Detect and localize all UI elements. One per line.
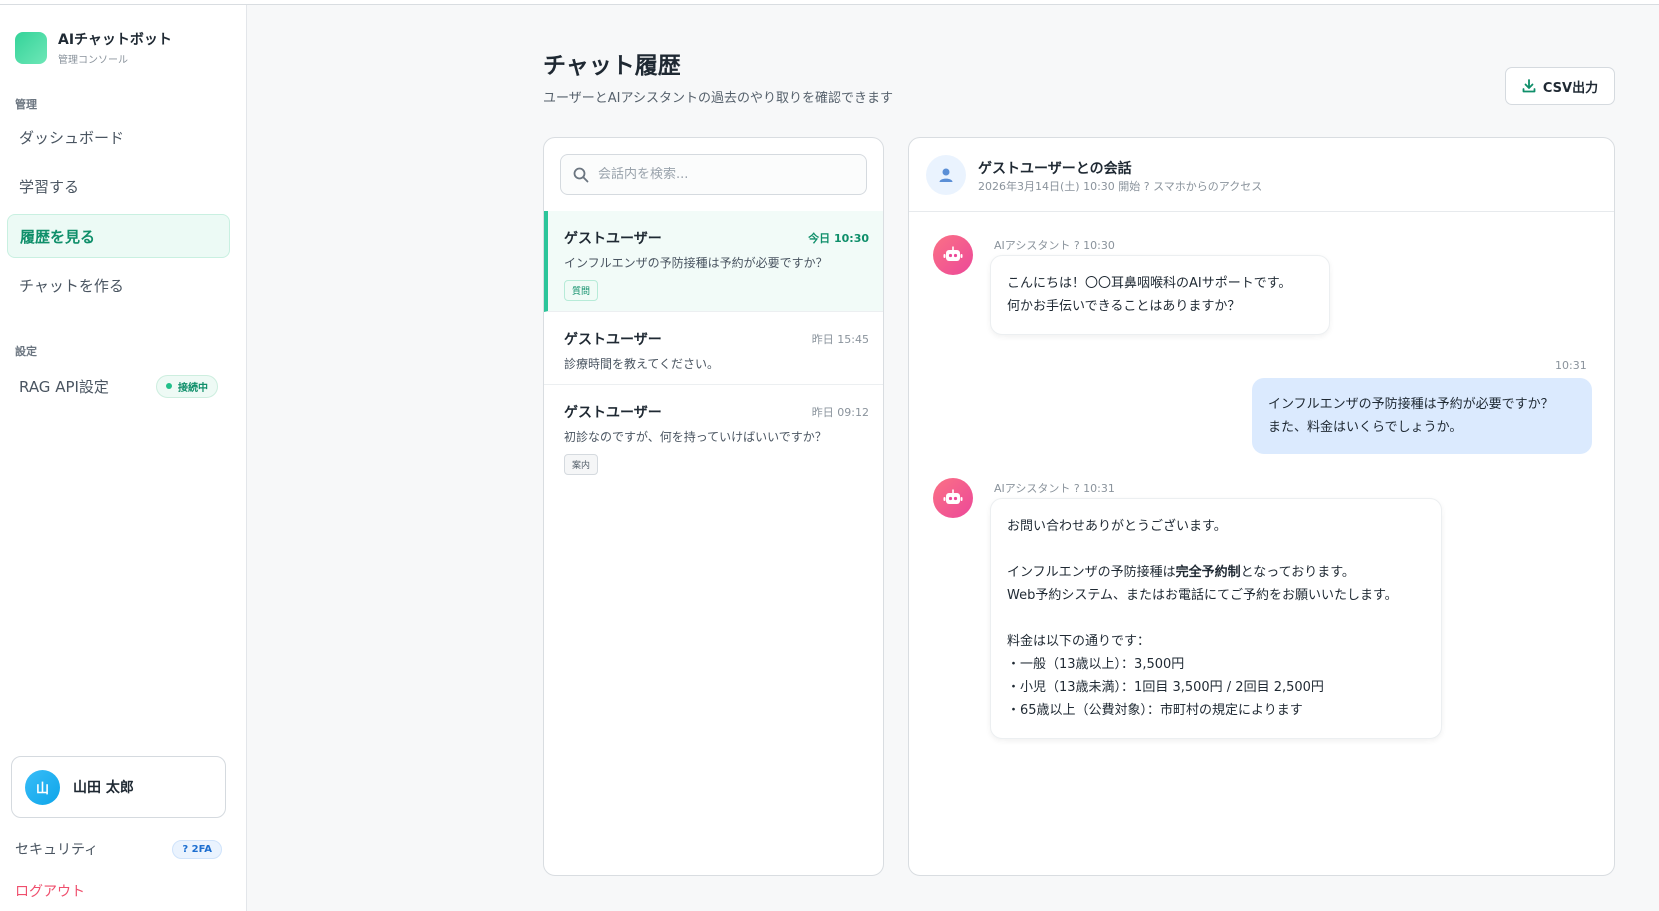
conversation-tag: 案内	[564, 454, 599, 475]
brand-title: AIチャットボット	[58, 32, 172, 48]
sidebar-item-learn[interactable]: 学習する	[7, 164, 230, 208]
conversation-time: 昨日 15:45	[811, 333, 869, 346]
chat-meta: 2026年3月14日(土) 10:30 開始 ? スマホからのアクセス	[978, 180, 1263, 193]
message-meta: AIアシスタント ? 10:31	[994, 482, 1115, 495]
message-line: 何かお手伝いできることはありますか？	[1007, 299, 1241, 314]
user-card[interactable]: 山 山田 太郎	[11, 756, 226, 818]
section-label-settings: 設定	[15, 345, 37, 358]
conversation-time: 昨日 09:12	[811, 406, 869, 419]
search-box[interactable]	[560, 154, 867, 195]
user-message-bubble: インフルエンザの予防接種は予約が必要ですか？ また、料金はいくらでしょうか。	[1252, 378, 1592, 454]
conversation-preview: インフルエンザの予防接種は予約が必要ですか？	[564, 256, 828, 270]
conversation-item[interactable]: ゲストユーザー 昨日 09:12 初診なのですが、何を持っていけばいいですか？ …	[544, 385, 883, 481]
two-factor-badge: ? 2FA	[172, 839, 222, 859]
conversation-item[interactable]: ゲストユーザー 今日 10:30 インフルエンザの予防接種は予約が必要ですか？ …	[544, 211, 883, 312]
message-line: Web予約システム、またはお電話にてご予約をお願いいたします。	[1007, 588, 1398, 603]
message-line: お問い合わせありがとうございます。	[1007, 519, 1227, 534]
sidebar-item-history[interactable]: 履歴を見る	[7, 214, 230, 258]
sidebar-item-dashboard[interactable]: ダッシュボード	[7, 115, 230, 159]
robot-icon	[933, 478, 973, 518]
ai-message-bubble: こんにちは！〇〇耳鼻咽喉科のAIサポートです。 何かお手伝いできることはあります…	[990, 255, 1330, 335]
csv-export-label: CSV出力	[1542, 80, 1599, 96]
message-line: ・一般（13歳以上）：3,500円	[1007, 657, 1185, 672]
conversation-name: ゲストユーザー	[564, 231, 662, 247]
page-title: チャット履歴	[543, 53, 681, 79]
section-label-manage: 管理	[15, 98, 37, 111]
message-line: また、料金はいくらでしょうか。	[1268, 420, 1463, 435]
message-line: ・小児（13歳未満）：1回目 3,500円 / 2回目 2,500円	[1007, 680, 1324, 695]
conversation-item[interactable]: ゲストユーザー 昨日 15:45 診療時間を教えてください。	[544, 312, 883, 385]
brand: AIチャットボット 管理コンソール	[15, 29, 172, 66]
guest-user-icon	[926, 155, 966, 195]
connection-status-text: 接続中	[178, 382, 208, 394]
top-border	[0, 0, 1659, 5]
message-line: こんにちは！〇〇耳鼻咽喉科のAIサポートです。	[1007, 276, 1292, 291]
chat-detail-panel: ゲストユーザーとの会話 2026年3月14日(土) 10:30 開始 ? スマホ…	[908, 137, 1615, 876]
message-line: インフルエンザの予防接種は完全予約制となっております。	[1007, 565, 1355, 580]
page-subtitle: ユーザーとAIアシスタントの過去のやり取りを確認できます	[543, 91, 893, 106]
csv-export-button[interactable]: CSV出力	[1505, 67, 1615, 105]
message-line: インフルエンザの予防接種は予約が必要ですか？	[1268, 397, 1554, 412]
message-line: ・65歳以上（公費対象）：市町村の規定によります	[1007, 703, 1303, 718]
chat-title: ゲストユーザーとの会話	[978, 161, 1132, 177]
conversation-tag: 質問	[564, 280, 599, 301]
brand-subtitle: 管理コンソール	[58, 55, 128, 66]
sidebar: AIチャットボット 管理コンソール 管理 ダッシュボード 学習する 履歴を見る …	[0, 5, 247, 911]
download-icon	[1522, 79, 1536, 93]
conversation-name: ゲストユーザー	[564, 405, 662, 421]
conversation-time: 今日 10:30	[808, 232, 869, 245]
conversation-preview: 診療時間を教えてください。	[564, 357, 720, 371]
chat-header: ゲストユーザーとの会話 2026年3月14日(土) 10:30 開始 ? スマホ…	[909, 138, 1614, 212]
sidebar-item-rag-api[interactable]: RAG API設定 接続中	[7, 364, 230, 408]
rag-label: RAG API設定	[19, 377, 109, 396]
security-label: セキュリティ	[15, 842, 99, 858]
conversation-name: ゲストユーザー	[564, 332, 662, 348]
conversation-list-panel: ゲストユーザー 今日 10:30 インフルエンザの予防接種は予約が必要ですか？ …	[543, 137, 884, 876]
sidebar-item-create-chat[interactable]: チャットを作る	[7, 263, 230, 307]
brand-logo-icon	[15, 31, 47, 64]
status-dot-icon	[166, 383, 172, 389]
avatar: 山	[25, 769, 60, 805]
message-meta: 10:31	[1555, 359, 1587, 372]
logout-link[interactable]: ログアウト	[15, 881, 85, 901]
message-line: 料金は以下の通りです：	[1007, 634, 1151, 649]
robot-icon	[933, 235, 973, 275]
search-input[interactable]	[598, 167, 838, 182]
conversation-preview: 初診なのですが、何を持っていけばいいですか？	[564, 430, 827, 444]
emphasis-text: 完全予約制	[1175, 565, 1241, 580]
connection-status-badge: 接続中	[156, 374, 218, 398]
message-meta: AIアシスタント ? 10:30	[994, 239, 1115, 252]
search-icon	[573, 167, 589, 182]
ai-message-bubble: お問い合わせありがとうございます。 インフルエンザの予防接種は完全予約制となって…	[990, 498, 1442, 739]
user-name: 山田 太郎	[73, 780, 134, 796]
security-row[interactable]: セキュリティ ? 2FA	[15, 839, 222, 859]
